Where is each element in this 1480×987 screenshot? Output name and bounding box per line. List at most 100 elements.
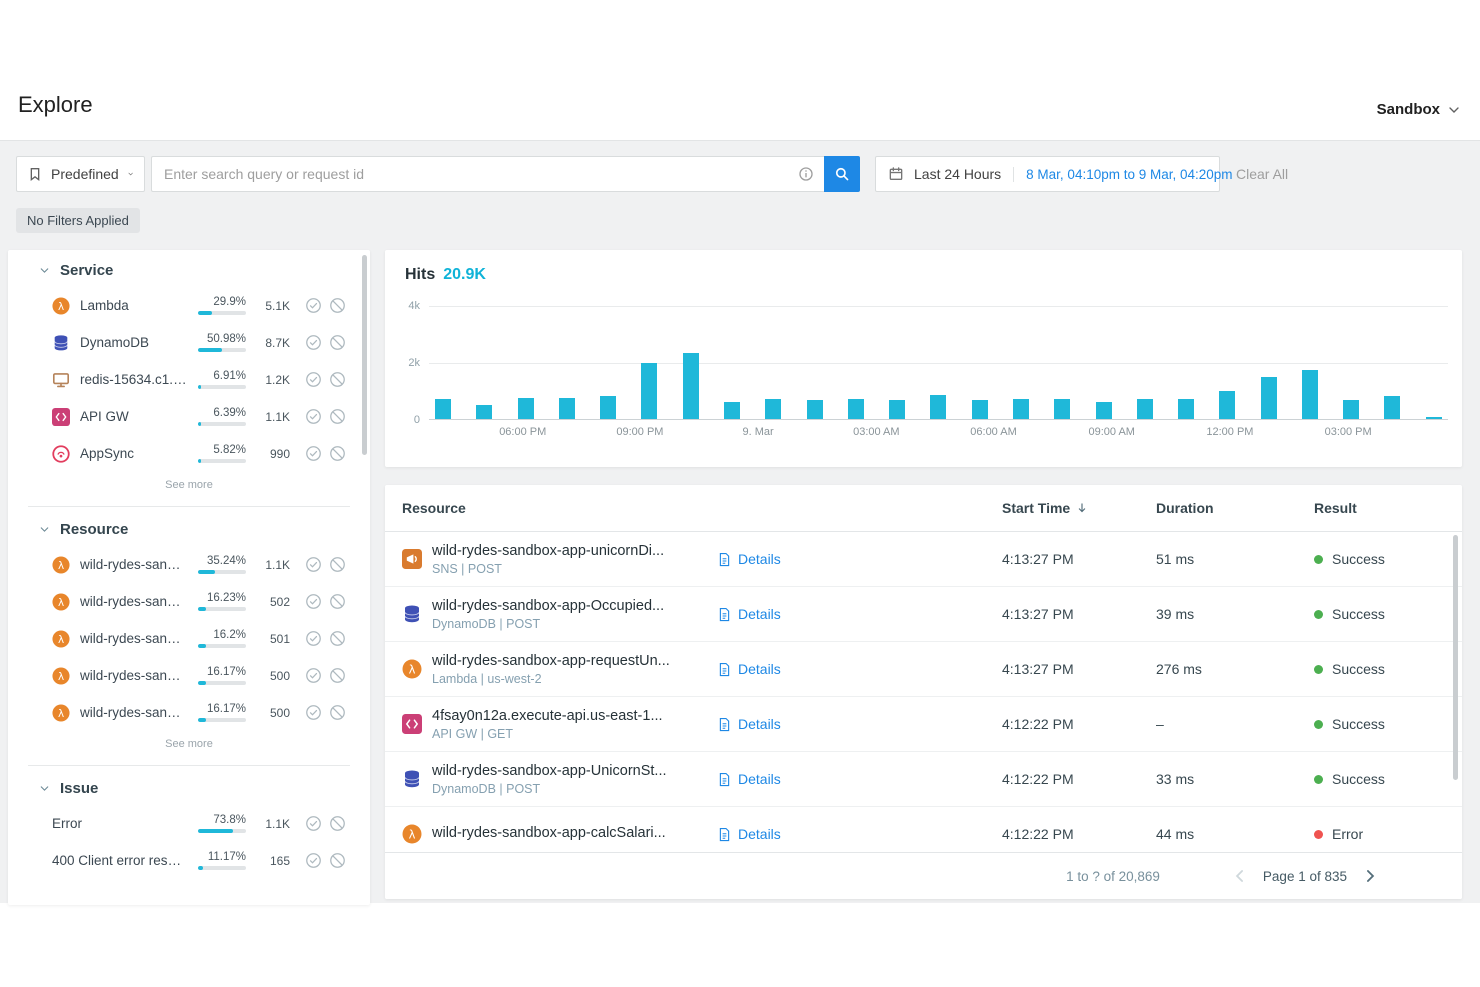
include-filter-button[interactable] (305, 297, 322, 314)
see-more-link[interactable]: See more (8, 731, 370, 759)
exclude-filter-button[interactable] (329, 408, 346, 425)
details-link[interactable]: Details (717, 716, 781, 732)
include-filter-button[interactable] (305, 408, 322, 425)
table-row[interactable]: λ wild-rydes-sandbox-app-requestUn... La… (385, 642, 1462, 697)
resource-name: wild-rydes-sandbox-app-calcSalari... (432, 825, 666, 841)
hits-bar[interactable] (1054, 399, 1070, 419)
filter-label: wild-rydes-sandbox... (80, 557, 188, 572)
divider (28, 506, 350, 507)
svg-text:λ: λ (409, 827, 416, 841)
details-link[interactable]: Details (717, 826, 781, 842)
status-dot (1314, 775, 1323, 784)
hits-bar[interactable] (889, 400, 905, 419)
details-link[interactable]: Details (717, 551, 781, 567)
hits-bar[interactable] (683, 353, 699, 419)
predefined-dropdown[interactable]: Predefined (16, 156, 145, 192)
calendar-icon (888, 166, 904, 182)
include-filter-button[interactable] (305, 556, 322, 573)
table-scrollbar[interactable] (1453, 535, 1458, 780)
section-header-resource[interactable]: Resource (8, 509, 370, 546)
column-header-duration[interactable]: Duration (1156, 500, 1314, 516)
clear-all-link[interactable]: Clear All (1236, 166, 1288, 182)
hits-bar[interactable] (518, 398, 534, 419)
filter-item-dynamodb: DynamoDB 50.98% 8.7K (8, 324, 370, 361)
details-link[interactable]: Details (717, 606, 781, 622)
include-filter-button[interactable] (305, 704, 322, 721)
hits-bar[interactable] (559, 398, 575, 419)
exclude-filter-button[interactable] (329, 556, 346, 573)
include-filter-button[interactable] (305, 371, 322, 388)
hits-bar[interactable] (476, 405, 492, 419)
column-header-start-time[interactable]: Start Time (1002, 500, 1156, 516)
document-icon (717, 607, 732, 622)
details-link[interactable]: Details (717, 661, 781, 677)
start-time: 4:12:22 PM (1002, 826, 1156, 842)
hits-bar[interactable] (724, 402, 740, 419)
hits-bar[interactable] (1137, 399, 1153, 419)
exclude-filter-button[interactable] (329, 371, 346, 388)
x-axis-label: 03:00 AM (853, 426, 899, 438)
include-filter-button[interactable] (305, 852, 322, 869)
section-header-service[interactable]: Service (8, 250, 370, 287)
exclude-filter-button[interactable] (329, 297, 346, 314)
exclude-filter-button[interactable] (329, 593, 346, 610)
include-filter-button[interactable] (305, 667, 322, 684)
environment-selector[interactable]: Sandbox (1377, 101, 1462, 118)
section-header-issue[interactable]: Issue (8, 768, 370, 805)
hits-bar[interactable] (1261, 377, 1277, 419)
details-link[interactable]: Details (717, 771, 781, 787)
search-input[interactable] (151, 156, 824, 192)
next-page-button[interactable] (1360, 866, 1380, 886)
hits-bar[interactable] (1096, 402, 1112, 419)
hits-bar[interactable] (600, 396, 616, 419)
exclude-filter-button[interactable] (329, 815, 346, 832)
column-header-resource[interactable]: Resource (402, 500, 1002, 516)
hits-bar[interactable] (435, 399, 451, 419)
table-row[interactable]: λ wild-rydes-sandbox-app-calcSalari... D… (385, 807, 1462, 851)
hits-bar[interactable] (972, 400, 988, 419)
hits-bar[interactable] (1219, 391, 1235, 419)
hits-bar[interactable] (1343, 400, 1359, 419)
lambda-icon: λ (52, 593, 70, 611)
hits-bar[interactable] (1384, 396, 1400, 419)
hits-bar[interactable] (765, 399, 781, 419)
include-filter-button[interactable] (305, 815, 322, 832)
hits-bar[interactable] (807, 400, 823, 419)
exclude-filter-button[interactable] (329, 704, 346, 721)
sidebar-scrollbar[interactable] (362, 255, 367, 455)
hits-bar[interactable] (1302, 370, 1318, 419)
hits-bar[interactable] (1426, 417, 1442, 419)
time-range-picker[interactable]: Last 24 Hours 8 Mar, 04:10pm to 9 Mar, 0… (875, 156, 1220, 192)
info-icon[interactable] (798, 166, 814, 182)
duration: 276 ms (1156, 661, 1314, 677)
hits-bar[interactable] (1013, 399, 1029, 419)
divider (28, 765, 350, 766)
exclude-filter-button[interactable] (329, 334, 346, 351)
include-filter-button[interactable] (305, 630, 322, 647)
table-row[interactable]: wild-rydes-sandbox-app-unicornDi... SNS … (385, 532, 1462, 587)
hits-bar[interactable] (930, 395, 946, 419)
hits-bar[interactable] (848, 399, 864, 419)
table-row[interactable]: wild-rydes-sandbox-app-Occupied... Dynam… (385, 587, 1462, 642)
hits-bar[interactable] (641, 363, 657, 420)
see-more-link[interactable]: See more (8, 472, 370, 500)
filter-count: 500 (256, 706, 290, 720)
previous-page-button[interactable] (1230, 866, 1250, 886)
page-title: Explore (18, 92, 93, 118)
include-filter-button[interactable] (305, 445, 322, 462)
table-row[interactable]: wild-rydes-sandbox-app-UnicornSt... Dyna… (385, 752, 1462, 807)
table-row[interactable]: 4fsay0n12a.execute-api.us-east-1... API … (385, 697, 1462, 752)
column-header-result[interactable]: Result (1314, 500, 1462, 516)
hits-bar[interactable] (1178, 399, 1194, 419)
search-button[interactable] (824, 156, 860, 192)
include-filter-button[interactable] (305, 593, 322, 610)
include-filter-button[interactable] (305, 334, 322, 351)
exclude-filter-button[interactable] (329, 445, 346, 462)
exclude-filter-button[interactable] (329, 667, 346, 684)
chevron-down-icon (127, 166, 134, 182)
filter-meter: 73.8% (198, 814, 246, 833)
chevron-down-icon (38, 523, 51, 536)
environment-label: Sandbox (1377, 101, 1440, 118)
exclude-filter-button[interactable] (329, 852, 346, 869)
exclude-filter-button[interactable] (329, 630, 346, 647)
